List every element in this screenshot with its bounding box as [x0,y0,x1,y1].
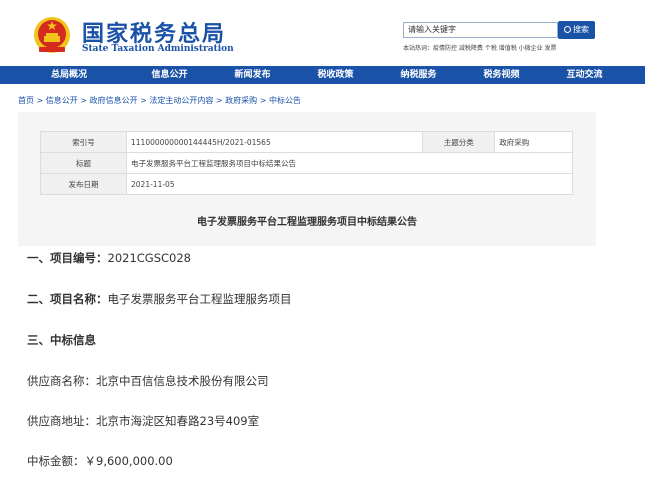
meta-index-label: 索引号 [40,131,127,153]
main-nav: 总局概况 信息公开 新闻发布 税收政策 纳税服务 税务视频 互动交流 [0,66,645,84]
meta-category-label: 主题分类 [422,131,496,153]
project-number-label: 一、项目编号： [27,251,108,265]
nav-item-news[interactable]: 新闻发布 [211,66,294,84]
site-header: 国家税务总局 State Taxation Administration 请输入… [0,0,645,66]
breadcrumb[interactable]: 首页 > 信息公开 > 政府信息公开 > 法定主动公开内容 > 政府采购 > 中… [18,95,301,106]
hot-words[interactable]: 本站热词：疫情防控 减税降费 个税 增值税 小微企业 发票 [403,43,557,52]
supplier-address: 供应商地址：北京市海淀区知春路23号409室 [27,414,260,428]
nav-item-info-disclosure[interactable]: 信息公开 [128,66,211,84]
nav-item-tax-service[interactable]: 纳税服务 [377,66,460,84]
winning-info-label: 三、中标信息 [27,333,96,347]
project-name: 二、项目名称：电子发票服务平台工程监理服务项目 [27,291,292,307]
search-input[interactable]: 请输入关键字 [403,22,558,38]
supplier-name: 供应商名称：北京中百信信息技术股份有限公司 [27,374,269,388]
nav-item-tax-video[interactable]: 税务视频 [460,66,543,84]
project-name-label: 二、项目名称： [27,292,108,306]
meta-category-value: 政府采购 [494,131,573,153]
article-title: 电子发票服务平台工程监理服务项目中标结果公告 [197,217,417,228]
nav-item-overview[interactable]: 总局概况 [0,66,128,84]
nav-item-tax-policy[interactable]: 税收政策 [294,66,377,84]
search-button[interactable]: 搜索 [558,21,595,39]
meta-date-label: 发布日期 [40,173,127,195]
meta-title-value: 电子发票服务平台工程监理服务项目中标结果公告 [126,152,573,174]
project-number-value: 2021CGSC028 [107,251,192,265]
winning-info-heading: 三、中标信息 [27,332,96,348]
search-button-label: 搜索 [573,25,589,34]
winning-amount: 中标金额：￥9,600,000.00 [27,454,173,468]
national-emblem-icon[interactable] [33,14,71,56]
nav-item-interaction[interactable]: 互动交流 [543,66,626,84]
search-icon [564,26,571,33]
meta-date-value: 2021-11-05 [126,173,573,195]
meta-index-value: 111000000000144445H/2021-01565 [125,131,424,153]
article-meta-table: 索引号 111000000000144445H/2021-01565 主题分类 … [40,131,573,195]
project-name-value: 电子发票服务平台工程监理服务项目 [107,292,292,306]
site-logo-subtitle: State Taxation Administration [82,44,234,54]
meta-title-label: 标题 [40,152,127,174]
project-number: 一、项目编号：2021CGSC028 [27,250,191,266]
